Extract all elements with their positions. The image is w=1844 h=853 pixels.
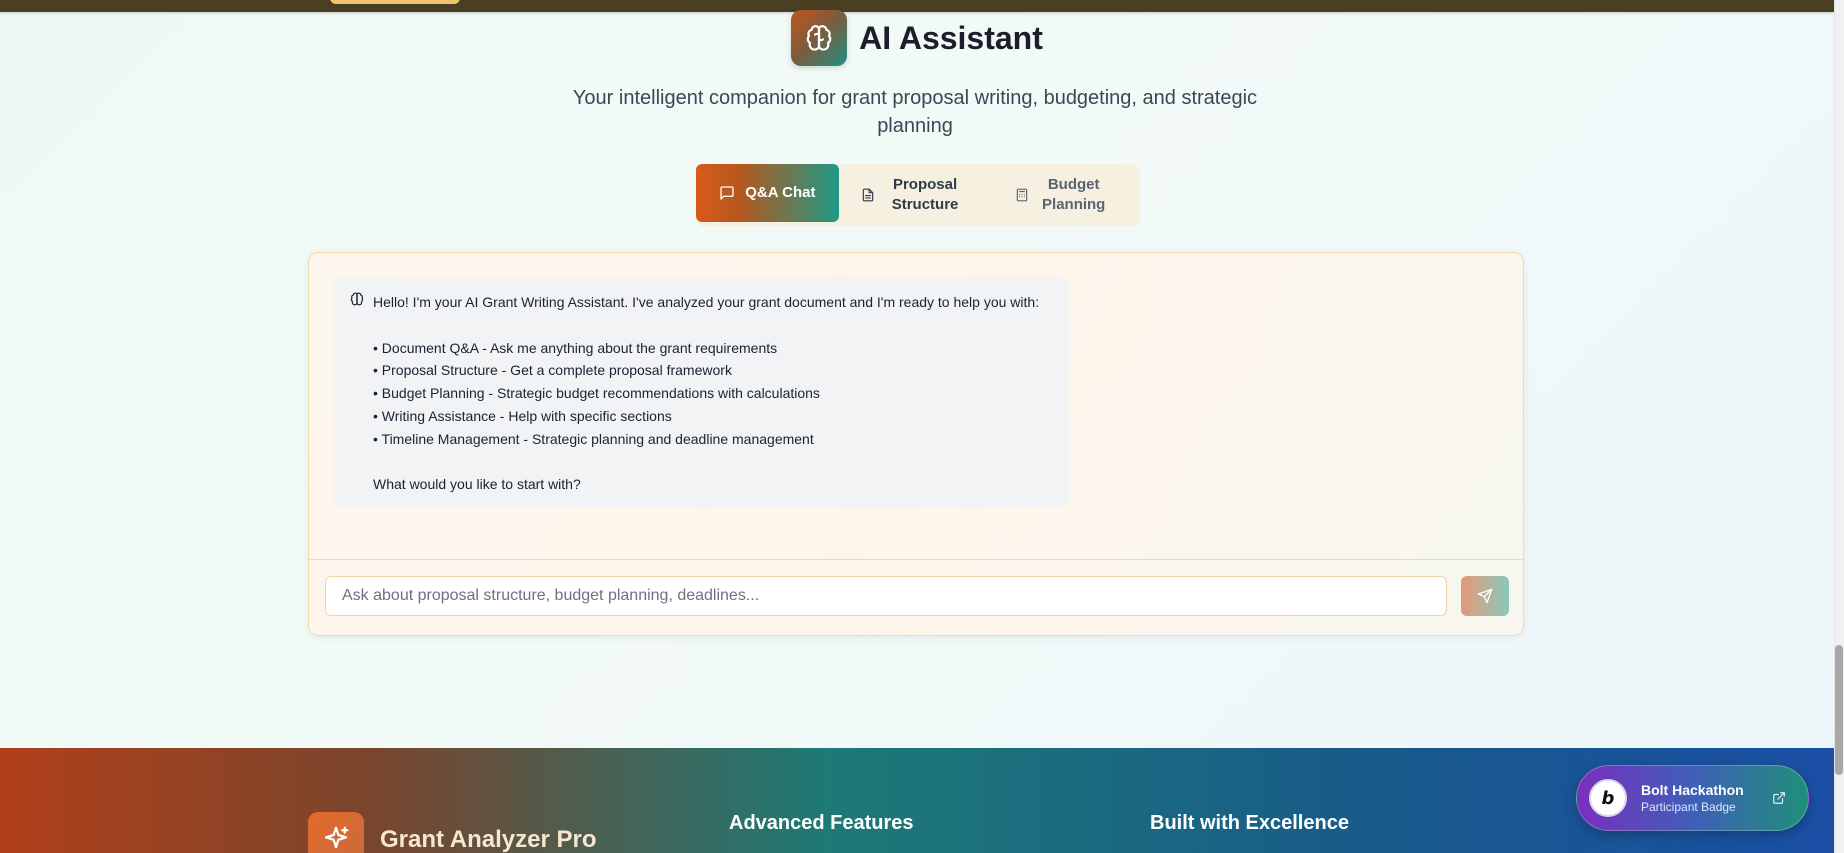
tab-label: Budget Planning (1042, 176, 1106, 213)
hackathon-badge[interactable]: b Bolt Hackathon Participant Badge (1576, 765, 1809, 831)
assistant-tabs: Q&A Chat Proposal Structure Budget Plann… (696, 164, 1140, 226)
message-list-item: • Timeline Management - Strategic planni… (373, 430, 814, 447)
chat-bubble-icon (720, 186, 734, 200)
page-subtitle: Your intelligent companion for grant pro… (572, 87, 1258, 137)
tab-qa-chat[interactable]: Q&A Chat (696, 164, 839, 222)
send-icon (1477, 588, 1493, 604)
message-list-item: • Proposal Structure - Get a complete pr… (373, 362, 732, 379)
sparkles-icon (308, 812, 364, 853)
top-nav-button[interactable] (330, 0, 460, 4)
tab-proposal-structure[interactable]: Proposal Structure (839, 168, 988, 222)
page-header: AI Assistant (0, 10, 1834, 66)
assistant-message: Hello! I'm your AI Grant Writing Assista… (333, 277, 1069, 507)
message-list-item: • Writing Assistance - Help with specifi… (373, 407, 672, 424)
tab-budget-planning[interactable]: Budget Planning (987, 168, 1136, 222)
badge-title: Bolt Hackathon (1641, 782, 1744, 798)
chat-input-bar (309, 559, 1523, 635)
chat-input[interactable] (325, 576, 1447, 616)
scrollbar[interactable] (1834, 0, 1844, 853)
message-closing: What would you like to start with? (373, 476, 581, 493)
calculator-icon (1016, 188, 1027, 202)
page-title: AI Assistant (859, 19, 1043, 56)
brain-icon (791, 10, 848, 66)
badge-subtitle: Participant Badge (1641, 800, 1736, 814)
tab-label: Proposal Structure (891, 176, 959, 213)
message-intro: Hello! I'm your AI Grant Writing Assista… (373, 294, 1040, 310)
send-button[interactable] (1461, 576, 1509, 616)
external-link-icon (1772, 790, 1786, 809)
footer: Grant Analyzer Pro Advanced Features Bui… (0, 748, 1834, 853)
message-list-item: • Document Q&A - Ask me anything about t… (373, 339, 778, 356)
tab-label: Q&A Chat (745, 184, 816, 201)
chat-panel: Hello! I'm your AI Grant Writing Assista… (308, 252, 1524, 636)
document-icon (862, 188, 874, 202)
message-list-item: • Budget Planning - Strategic budget rec… (373, 385, 820, 402)
bolt-logo: b (1589, 779, 1627, 817)
footer-heading-built: Built with Excellence (1150, 812, 1349, 834)
footer-heading-features: Advanced Features (729, 812, 914, 834)
footer-brand: Grant Analyzer Pro (380, 826, 597, 853)
brain-icon (349, 291, 365, 310)
scrollbar-thumb[interactable] (1835, 645, 1843, 775)
